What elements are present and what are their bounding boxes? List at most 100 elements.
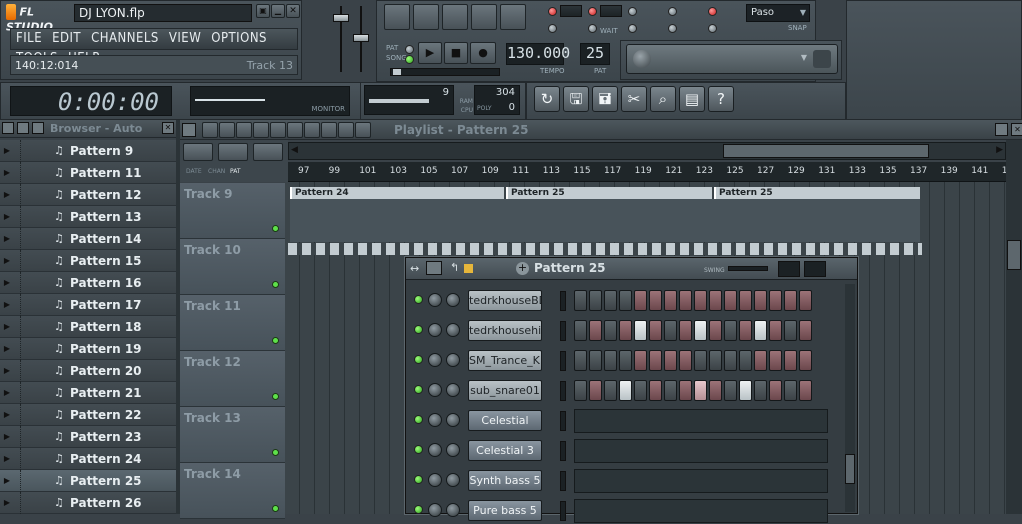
step-button[interactable] [694, 380, 707, 401]
step-button[interactable] [784, 290, 797, 311]
step-button[interactable] [709, 350, 722, 371]
scroll-thumb[interactable] [723, 144, 929, 158]
channel-mute-led[interactable] [414, 475, 423, 484]
browser-item[interactable]: ▶ ♫ Pattern 11 [0, 161, 176, 184]
master-volume-slider[interactable] [330, 4, 352, 76]
step-button[interactable] [649, 350, 662, 371]
channel-select-bar[interactable] [560, 441, 566, 461]
channel-volume-knob[interactable] [446, 323, 460, 337]
step-button[interactable] [799, 320, 812, 341]
expand-arrow-icon[interactable]: ▶ [0, 168, 14, 177]
piano-roll-view-icon[interactable] [442, 4, 468, 30]
piano-roll-preview[interactable] [574, 469, 828, 493]
mode-label-pat[interactable]: PAT [230, 168, 241, 175]
vertical-scrollbar[interactable] [1006, 140, 1022, 514]
channel-volume-knob[interactable] [446, 503, 460, 517]
channel-name-button[interactable]: tedrkhouseBD01 [468, 290, 542, 311]
track-mute-led[interactable] [272, 337, 279, 344]
pat-song-switch[interactable]: PAT SONG [386, 44, 414, 66]
channel-volume-knob[interactable] [446, 353, 460, 367]
paint-tool-icon[interactable] [236, 122, 252, 138]
channel-mute-led[interactable] [414, 355, 423, 364]
channel-mute-led[interactable] [414, 415, 423, 424]
mode-label-date[interactable]: DATE [186, 168, 202, 175]
browser-item[interactable]: ▶ ♫ Pattern 20 [0, 359, 176, 382]
step-sequencer-view-icon[interactable] [413, 4, 439, 30]
browser-item[interactable]: ▶ ♫ Pattern 25 [0, 469, 176, 492]
browser-close-icon[interactable]: ✕ [162, 122, 174, 134]
track-mute-led[interactable] [272, 449, 279, 456]
step-button[interactable] [784, 350, 797, 371]
expand-arrow-icon[interactable]: ▶ [0, 410, 14, 419]
channel-pan-knob[interactable] [428, 323, 442, 337]
overdub-led[interactable] [668, 24, 677, 33]
step-button[interactable] [709, 320, 722, 341]
record-button[interactable]: ● [470, 42, 496, 64]
step-button[interactable] [664, 320, 677, 341]
step-button[interactable] [634, 350, 647, 371]
step-button[interactable] [634, 290, 647, 311]
step-button[interactable] [634, 380, 647, 401]
master-pitch-slider[interactable] [350, 4, 372, 76]
seq-move-icon[interactable]: ↔ [410, 262, 419, 275]
playlist-clip[interactable]: Pattern 24 [290, 187, 504, 199]
channel-select-bar[interactable] [560, 291, 566, 311]
playlist-clip[interactable]: Pattern 25 [506, 187, 712, 199]
restore-window-button[interactable]: ▣ [256, 4, 270, 18]
step-button[interactable] [679, 290, 692, 311]
swing-slider[interactable] [728, 266, 768, 271]
browser-item[interactable]: ▶ ♫ Pattern 14 [0, 227, 176, 250]
track-header[interactable]: Track 10 [180, 239, 285, 295]
browser-item[interactable]: ▶ ♫ Pattern 16 [0, 271, 176, 294]
expand-arrow-icon[interactable]: ▶ [0, 256, 14, 265]
step-button[interactable] [619, 320, 632, 341]
channel-volume-knob[interactable] [446, 293, 460, 307]
step-button[interactable] [679, 320, 692, 341]
menu-channels[interactable]: CHANNELS [86, 29, 164, 49]
channel-name-button[interactable]: Celestial [468, 410, 542, 431]
zoom-icon[interactable]: ⌕ [650, 86, 676, 112]
channel-volume-knob[interactable] [446, 383, 460, 397]
channel-pan-knob[interactable] [428, 353, 442, 367]
browser-item[interactable]: ▶ ♫ Pattern 21 [0, 381, 176, 404]
channel-name-button[interactable]: sub_snare01 [468, 380, 542, 401]
playback-tool-icon[interactable] [355, 122, 371, 138]
step-button[interactable] [604, 320, 617, 341]
mute-tool-icon[interactable] [270, 122, 286, 138]
channel-mute-led[interactable] [414, 505, 423, 514]
expand-arrow-icon[interactable]: ▶ [0, 234, 14, 243]
step-button[interactable] [589, 350, 602, 371]
draw-tool-icon[interactable] [219, 122, 235, 138]
step-button[interactable] [754, 350, 767, 371]
expand-arrow-icon[interactable]: ▶ [0, 300, 14, 309]
step-button[interactable] [679, 350, 692, 371]
slice-tool-icon[interactable] [304, 122, 320, 138]
step-button[interactable] [799, 380, 812, 401]
menu-file[interactable]: FILE [11, 29, 47, 49]
channel-name-button[interactable]: Pure bass 5 [468, 500, 542, 521]
browser-collapse-icon[interactable] [17, 122, 29, 134]
step-button[interactable] [619, 290, 632, 311]
seq-scrollbar[interactable] [845, 284, 855, 512]
delete-tool-icon[interactable] [253, 122, 269, 138]
step-button[interactable] [574, 380, 587, 401]
info-icon[interactable]: ▤ [679, 86, 705, 112]
track-10-clips[interactable] [288, 243, 922, 255]
channel-pan-knob[interactable] [428, 293, 442, 307]
track-mute-led[interactable] [272, 393, 279, 400]
menu-options[interactable]: OPTIONS [206, 29, 272, 49]
browser-item[interactable]: ▶ ♫ Pattern 18 [0, 315, 176, 338]
step-button[interactable] [724, 290, 737, 311]
step-button[interactable] [739, 350, 752, 371]
expand-arrow-icon[interactable]: ▶ [0, 146, 14, 155]
playlist-menu-icon[interactable] [182, 123, 196, 137]
channel-select-bar[interactable] [560, 321, 566, 341]
step-button[interactable] [724, 350, 737, 371]
channel-select-bar[interactable] [560, 351, 566, 371]
playlist-view-icon[interactable] [384, 4, 410, 30]
slip-tool-icon[interactable] [287, 122, 303, 138]
browser-view-icon[interactable] [471, 4, 497, 30]
mixer-view-icon[interactable] [500, 4, 526, 30]
select-tool-icon[interactable] [321, 122, 337, 138]
step-button[interactable] [754, 290, 767, 311]
